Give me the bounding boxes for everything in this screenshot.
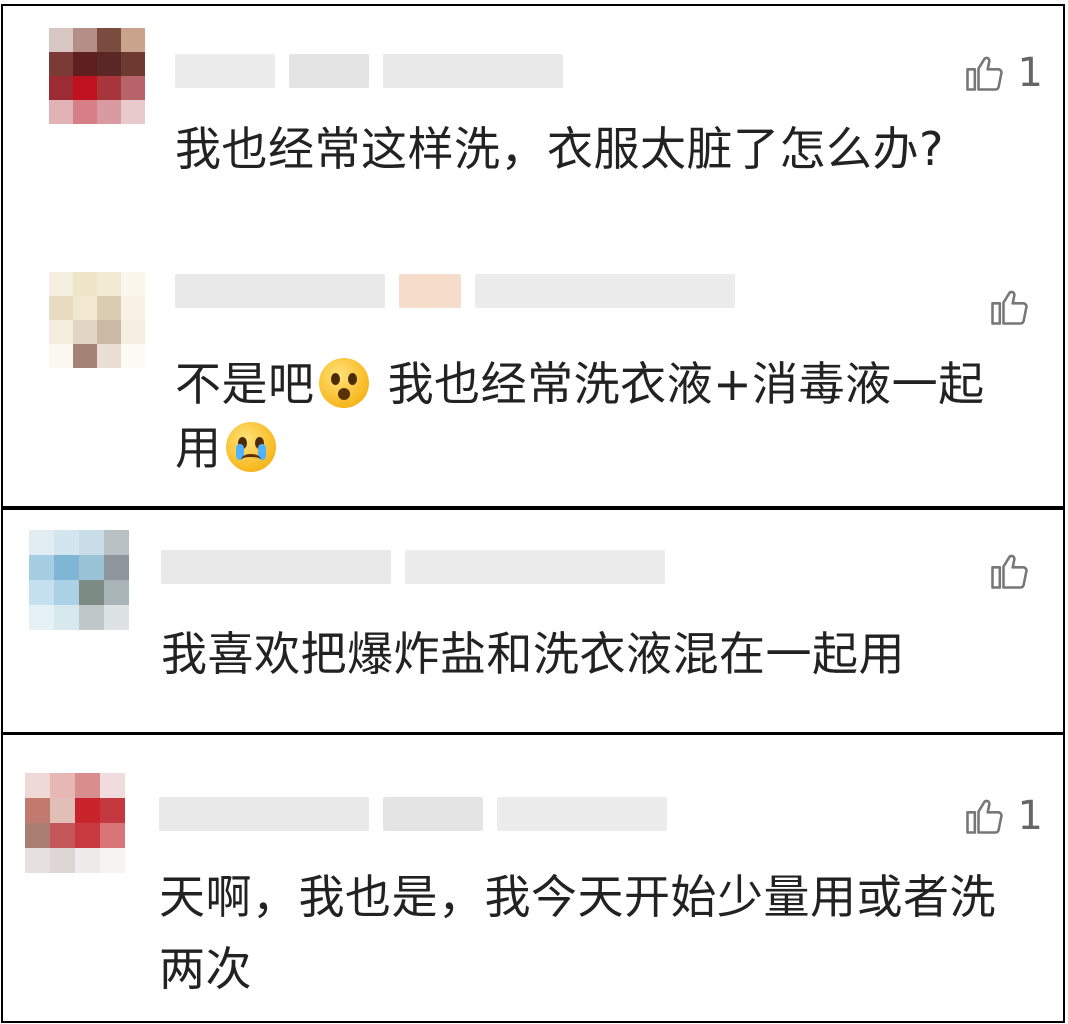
like-button[interactable] — [987, 284, 1043, 330]
thumbs-up-icon — [991, 554, 1028, 589]
comment-item: 不是吧 我也经常洗衣液+消毒液一起 用 — [3, 246, 1063, 510]
comment-item: 1 我也经常这样洗，衣服太脏了怎么办? — [3, 6, 1063, 246]
like-count: 1 — [1017, 793, 1043, 839]
like-button[interactable]: 1 — [962, 50, 1043, 96]
comment-text: 我喜欢把爆炸盐和洗衣液混在一起用 — [161, 627, 905, 681]
avatar[interactable] — [29, 530, 129, 630]
thumbs-up-icon — [965, 56, 1003, 91]
comment-text: 我也经常这样洗，衣服太脏了怎么办? — [175, 122, 944, 176]
astonished-emoji — [318, 358, 369, 408]
comment-panel-1: 1 我也经常这样洗，衣服太脏了怎么办? 不是吧 我也经常洗衣液+消毒液一起 用 — [1, 4, 1065, 508]
avatar[interactable] — [49, 272, 145, 368]
avatar[interactable] — [25, 773, 125, 873]
like-button[interactable]: 1 — [962, 793, 1043, 839]
username-blurred[interactable] — [175, 54, 563, 88]
username-blurred[interactable] — [175, 274, 735, 308]
comment-text: 天啊，我也是，我今天开始少量用或者洗 两次 — [159, 870, 996, 996]
thumbs-up-icon — [965, 799, 1003, 834]
thumbs-up-icon — [991, 290, 1028, 325]
like-count: 1 — [1017, 50, 1043, 96]
like-button[interactable] — [987, 548, 1043, 594]
comment-panel-3: 1 天啊，我也是，我今天开始少量用或者洗 两次 — [1, 733, 1065, 1023]
comment-panel-2: 我喜欢把爆炸盐和洗衣液混在一起用 — [1, 508, 1065, 734]
comment-text: 不是吧 我也经常洗衣液+消毒液一起 用 — [175, 357, 985, 475]
comment-item: 我喜欢把爆炸盐和洗衣液混在一起用 — [3, 510, 1063, 732]
avatar[interactable] — [49, 28, 145, 124]
crying-emoji — [225, 422, 276, 472]
comment-item: 1 天啊，我也是，我今天开始少量用或者洗 两次 — [3, 735, 1063, 1021]
username-blurred[interactable] — [159, 797, 667, 831]
username-blurred[interactable] — [161, 550, 665, 584]
